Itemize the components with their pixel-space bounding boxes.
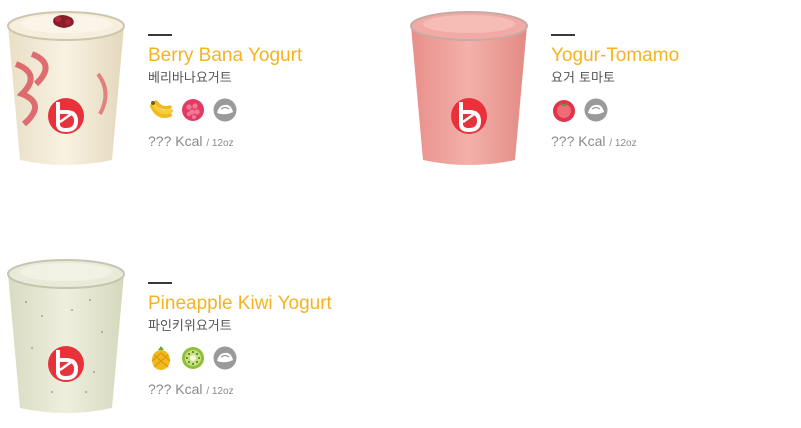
ingredient-icons [148,345,378,371]
product-info: Berry Bana Yogurt 베리바나요거트 ??? Kcal / 12o… [148,34,378,149]
product-name-english[interactable]: Berry Bana Yogurt [148,44,378,68]
yogurt-icon [212,345,238,371]
divider-dash [148,34,172,36]
product-info: Yogur-Tomamo 요거 토마토 ??? Kcal / 12oz [551,34,781,149]
calorie-info: ??? Kcal / 12oz [148,381,378,397]
raspberry-icon [180,97,206,123]
product-card-yogur-tomamo[interactable]: Yogur-Tomamo 요거 토마토 ??? Kcal / 12oz [403,0,783,180]
serving-size: / 12oz [206,138,234,149]
product-name-english[interactable]: Pineapple Kiwi Yogurt [148,292,378,316]
tomato-icon [551,97,577,123]
divider-dash [551,34,575,36]
calorie-unit: Kcal [578,133,606,149]
calorie-unit: Kcal [175,133,203,149]
serving-size: / 12oz [609,138,637,149]
yogurt-icon [583,97,609,123]
calorie-info: ??? Kcal / 12oz [551,133,781,149]
drink-cup-image[interactable] [2,252,130,416]
product-info: Pineapple Kiwi Yogurt 파인키위요거트 ??? Kcal /… [148,282,378,397]
ingredient-icons [551,97,781,123]
product-card-pineapple-kiwi-yogurt[interactable]: Pineapple Kiwi Yogurt 파인키위요거트 ??? Kcal /… [0,248,380,428]
product-name-korean: 파인키위요거트 [148,319,232,334]
product-name-english[interactable]: Yogur-Tomamo [551,44,781,68]
yogurt-icon [212,97,238,123]
product-name-korean: 베리바나요거트 [148,71,232,86]
calorie-unit: Kcal [175,381,203,397]
serving-size: / 12oz [206,386,234,397]
banana-icon [148,97,174,123]
calorie-info: ??? Kcal / 12oz [148,133,378,149]
calorie-value: ??? [551,133,575,149]
pineapple-icon [148,345,174,371]
ingredient-icons [148,97,378,123]
product-card-berry-bana-yogurt[interactable]: Berry Bana Yogurt 베리바나요거트 ??? Kcal / 12o… [0,0,380,180]
calorie-value: ??? [148,381,172,397]
drink-cup-image[interactable] [405,4,533,168]
calorie-value: ??? [148,133,172,149]
kiwi-icon [180,345,206,371]
drink-cup-image[interactable] [2,4,130,168]
divider-dash [148,282,172,284]
product-name-korean: 요거 토마토 [551,71,615,86]
